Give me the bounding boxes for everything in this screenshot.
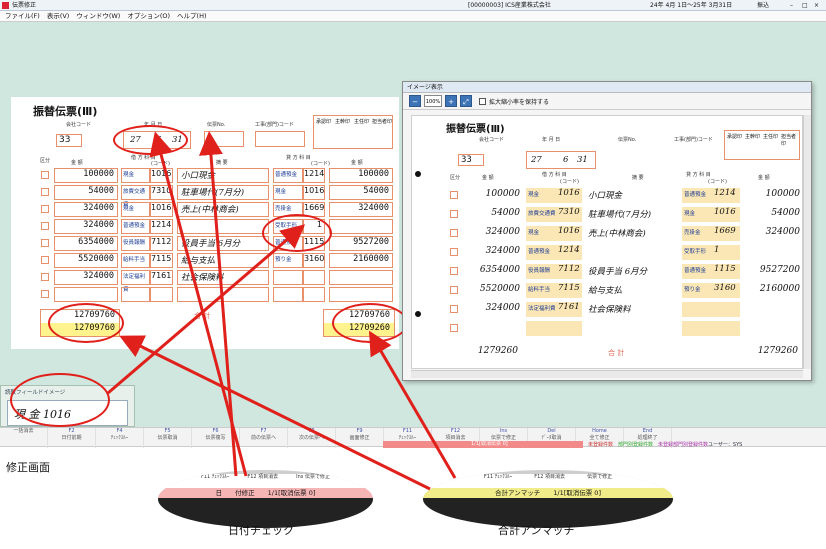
arrow-total-left bbox=[119, 335, 431, 491]
arrow-total-right bbox=[368, 330, 457, 479]
arrow-image-credit bbox=[107, 224, 306, 395]
arrow-overlay bbox=[107, 131, 457, 491]
arrow-date-2 bbox=[198, 131, 238, 477]
